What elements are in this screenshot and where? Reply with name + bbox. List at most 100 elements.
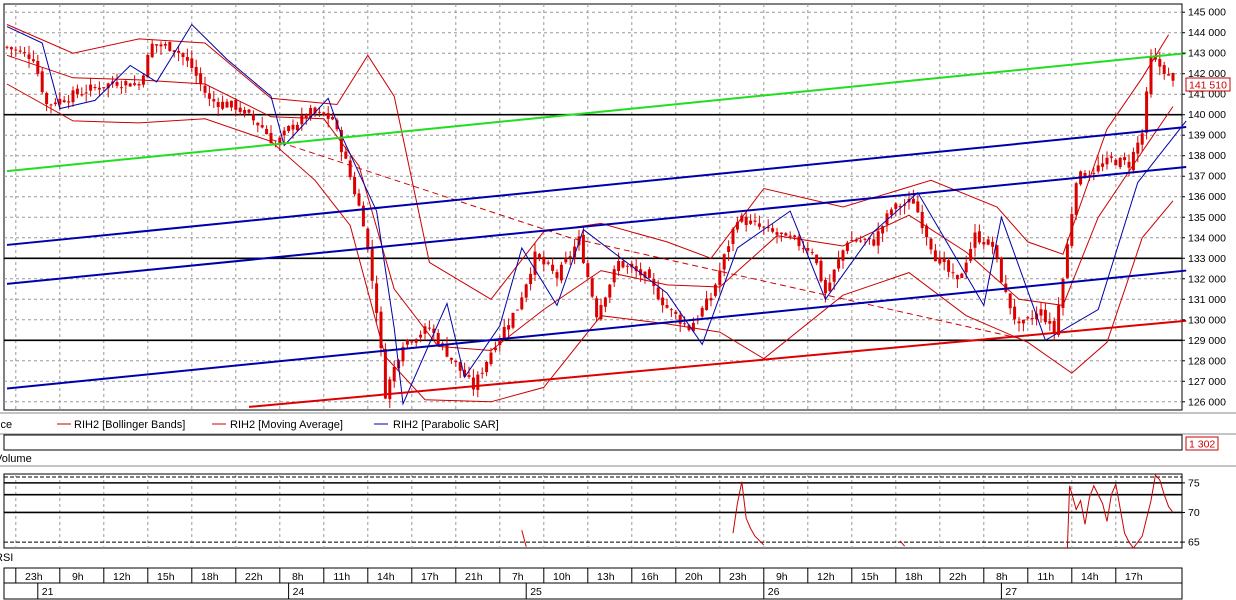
price-panel[interactable]: 126 000 127 000 128 000 129 000 130 000 131 0… [3,3,1231,411]
legend-moving-average: RIH2 [Moving Average] [230,419,343,431]
candle-body [744,216,748,226]
candle-body [300,114,304,125]
time-hour-label: 22h [949,571,967,583]
candle-body [621,261,625,268]
candle-body [190,58,194,68]
candle-body [656,287,660,300]
time-hour-label: 8h [996,571,1008,583]
candle-body [524,284,528,298]
candle-body [133,83,137,85]
time-day-label: 27 [1005,586,1017,598]
candle-body [784,233,788,236]
price-y-tick-label: 139 000 [1188,130,1226,142]
candle-body [436,332,440,345]
time-axis[interactable]: 23h 9h 12h 15h 18h 22h 8h 11h 14h 17h 21h 7h 10h 13h 1… [3,567,1183,600]
candle-body [282,130,286,136]
candle-body [551,264,555,271]
legend-row: Price RIH2 [Bollinger Bands] RIH2 [Movin… [0,412,1236,431]
candle-body [1065,244,1069,278]
candle-body [119,87,123,89]
candle-body [999,257,1003,283]
candle-body [863,238,867,240]
time-hour-label: 18h [905,571,923,583]
candle-body [203,85,207,93]
candle-body [18,50,22,52]
candle-body [1030,318,1034,320]
volume-label: Volume [0,453,32,465]
time-hour-label: 22h [245,571,263,583]
candle-body [256,122,260,126]
candle-body [1127,161,1131,168]
candle-body [128,83,132,87]
candle-body [137,84,141,86]
volume-panel[interactable]: 1 302 Volume [0,433,1236,467]
candle-body [80,94,84,96]
candle-body [1008,293,1012,309]
candle-body [520,297,524,310]
candle-body [388,379,392,400]
candle-body [775,232,779,235]
candle-body [1074,183,1078,215]
time-hour-label: 18h [201,571,219,583]
candle-body [1131,151,1135,171]
candle-body [419,334,423,338]
candle-body [683,323,687,325]
candle-body [344,151,348,159]
candle-body [1057,305,1061,335]
candle-body [194,66,198,76]
candle-body [828,282,832,291]
time-hour-label: 14h [1081,571,1099,583]
candle-body [366,228,370,250]
price-y-tick-label: 128 000 [1188,355,1226,367]
time-day-label: 24 [293,586,305,598]
candle-body [801,248,805,250]
candle-body [608,284,612,298]
candle-body [788,235,792,237]
candle-body [489,352,493,365]
time-hour-label: 11h [1037,571,1054,583]
rsi-panel[interactable]: 65 70 75 RSI [0,473,1200,564]
candle-body [1145,91,1149,133]
candle-body [537,254,541,259]
candle-body [1140,133,1144,145]
time-hour-label: 23h [25,571,43,583]
candle-body [929,238,933,250]
candle-body [753,220,757,222]
candle-body [331,116,335,120]
candle-body [370,248,374,281]
candle-body [31,59,35,62]
candle-body [678,314,682,324]
candle-body [718,270,722,286]
candle-body [225,101,229,108]
candle-body [1171,72,1175,81]
candle-body [405,339,409,345]
time-day-label: 21 [42,586,54,598]
time-hour-label: 15h [861,571,879,583]
candle-body [529,273,533,285]
candle-body [590,278,594,297]
candle-body [1096,165,1100,172]
candle-body [375,283,379,313]
candle-body [876,231,880,246]
last-price-badge: 141 510 [1185,77,1231,92]
price-y-axis: 126 000 127 000 128 000 129 000 130 000 131 0… [1182,7,1226,408]
candle-body [995,245,999,259]
candle-body [1109,156,1113,158]
candle-body [793,235,797,238]
candle-body [115,82,119,86]
candle-body [947,260,951,272]
price-y-tick-label: 130 000 [1188,314,1226,326]
candle-body [1017,321,1021,324]
candle-body [238,107,242,112]
chart-canvas[interactable]: 126 000 127 000 128 000 129 000 130 000 131 0… [0,0,1236,600]
candle-body [317,111,321,113]
candle-body [229,100,233,108]
candle-body [515,309,519,311]
candle-body [1039,309,1043,316]
candle-body [392,366,396,382]
candle-body [1101,163,1105,167]
volume-value-badge: 1 302 [1189,439,1215,451]
rsi-label: RSI [0,552,13,564]
candle-body [797,236,801,247]
legend-price: Price [0,419,12,431]
